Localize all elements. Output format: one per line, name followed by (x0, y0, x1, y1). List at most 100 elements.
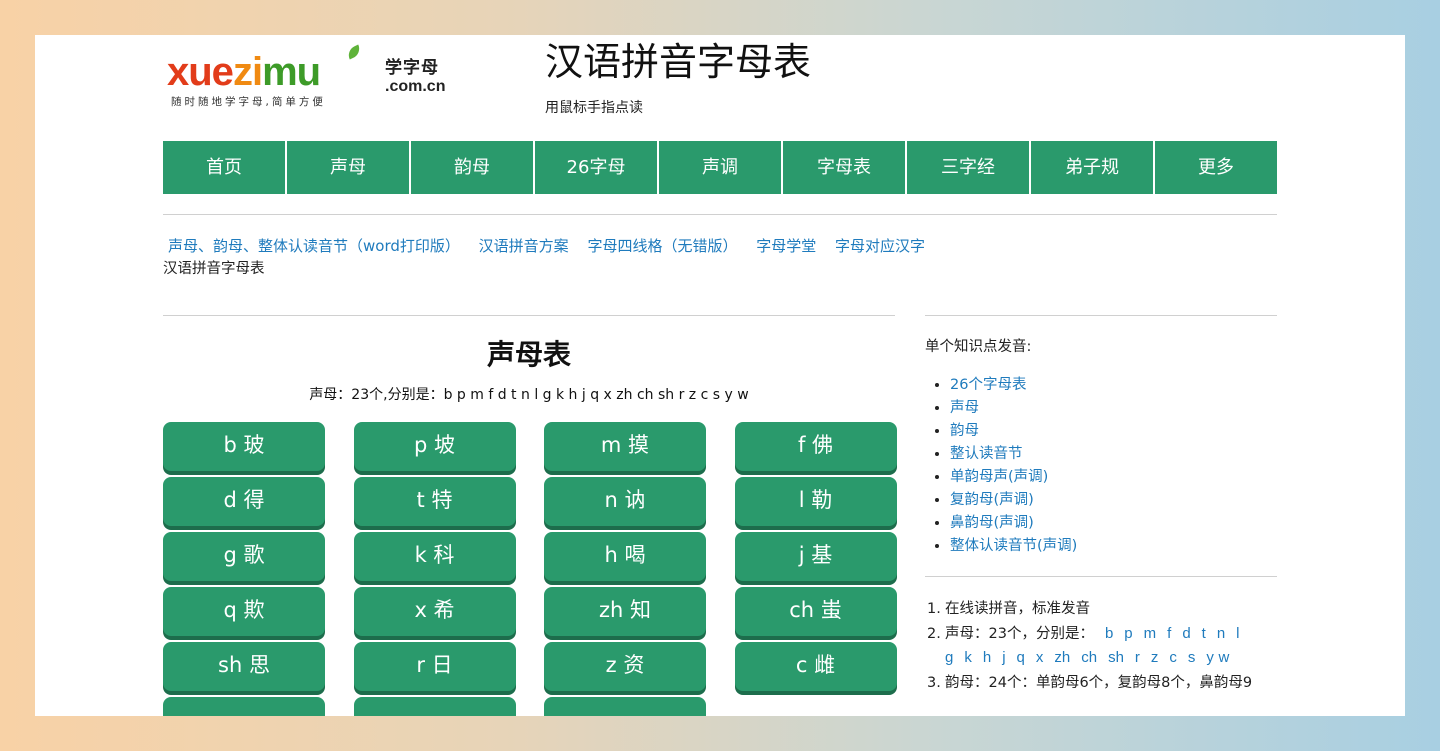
letter-link[interactable]: sh (1108, 649, 1124, 666)
letter-link[interactable]: n (1217, 625, 1225, 642)
letter-link[interactable]: m (1144, 625, 1157, 642)
letter-link[interactable]: y (1206, 649, 1214, 666)
letter-link[interactable]: h (983, 649, 991, 666)
pinyin-key-q[interactable]: q 欺 (163, 587, 325, 636)
content-wrapper: xuezimu 学字母 .com.cn 随时随地学字母,简单方便 汉语拼音字母表… (163, 35, 1277, 716)
letter-link[interactable]: j (1002, 649, 1005, 666)
breadcrumb: 汉语拼音字母表 (163, 261, 265, 277)
note-text: 韵母：24个：单韵母6个，复韵母8个，鼻韵母9 (945, 674, 1253, 691)
sidebar-link-initials[interactable]: 声母 (950, 400, 979, 416)
logo-part-mu: mu (262, 50, 321, 94)
sidebar-link-finals[interactable]: 韵母 (950, 423, 979, 439)
nav-item-sanzijing[interactable]: 三字经 (907, 141, 1031, 194)
letter-link[interactable]: t (1202, 625, 1206, 642)
sidebar-divider (925, 576, 1277, 577)
list-item: 整认读音节 (950, 443, 1077, 466)
link-four-line-grid[interactable]: 字母四线格（无错版） (587, 237, 737, 255)
list-item: 26个字母表 (950, 374, 1077, 397)
site-logo[interactable]: xuezimu 学字母 .com.cn 随时随地学字母,简单方便 (167, 44, 457, 111)
section-description: 声母：23个,分别是：b p m f d t n l g k h j q x z… (309, 387, 749, 403)
pinyin-key-ch[interactable]: ch 蚩 (734, 587, 897, 636)
letter-link[interactable]: f (1167, 625, 1171, 642)
pinyin-key-g[interactable]: g 歌 (163, 532, 325, 581)
nav-item-26-letters[interactable]: 26字母 (535, 141, 659, 194)
pinyin-key-partial[interactable] (544, 697, 706, 716)
pinyin-key-sh[interactable]: sh 思 (163, 642, 325, 691)
letter-link[interactable]: w (1219, 649, 1230, 666)
section-title: 声母表 (486, 338, 571, 371)
letter-link[interactable]: c (1169, 649, 1177, 666)
list-item: 鼻韵母(声调) (950, 512, 1077, 535)
letter-link[interactable]: k (964, 649, 972, 666)
logo-tagline: 随时随地学字母,简单方便 (171, 96, 326, 108)
link-letter-school[interactable]: 字母学堂 (756, 237, 816, 255)
nav-item-dizigui[interactable]: 弟子规 (1031, 141, 1155, 194)
letter-link[interactable]: p (1124, 625, 1132, 642)
list-item: 复韵母(声调) (950, 489, 1077, 512)
note-item: 1. 在线读拼音，标准发音 (925, 597, 1277, 622)
letter-link[interactable]: ch (1081, 649, 1097, 666)
nav-item-more[interactable]: 更多 (1155, 141, 1277, 194)
pinyin-key-zh[interactable]: zh 知 (544, 587, 706, 636)
pinyin-key-r[interactable]: r 日 (353, 642, 516, 691)
pinyin-key-partial[interactable] (163, 697, 325, 716)
note-number: 3. (927, 674, 941, 691)
sidebar-link-nasal-finals-tones[interactable]: 鼻韵母(声调) (950, 515, 1034, 531)
pinyin-key-z[interactable]: z 资 (544, 642, 706, 691)
sidebar-divider (925, 315, 1277, 316)
letter-link[interactable]: z (1151, 649, 1159, 666)
letter-link[interactable]: q (1017, 649, 1025, 666)
pinyin-key-b[interactable]: b 玻 (163, 422, 325, 471)
letter-link[interactable]: b (1105, 625, 1113, 642)
divider (163, 214, 1277, 215)
sidebar-link-simple-finals-tones[interactable]: 单韵母声(声调) (950, 469, 1048, 485)
leaf-icon (345, 44, 363, 60)
sidebar-heading: 单个知识点发音: (925, 339, 1032, 355)
main-nav: 首页 声母 韵母 26字母 声调 字母表 三字经 弟子规 更多 (163, 141, 1277, 194)
letter-link[interactable]: d (1182, 625, 1190, 642)
list-item: 韵母 (950, 420, 1077, 443)
letter-link[interactable]: l (1236, 625, 1239, 642)
pinyin-key-l[interactable]: l 勒 (734, 477, 897, 526)
letter-link[interactable]: x (1036, 649, 1044, 666)
note-item: 3. 韵母：24个：单韵母6个，复韵母8个，鼻韵母9 (925, 671, 1277, 696)
pinyin-key-n[interactable]: n 讷 (544, 477, 706, 526)
page-frame: xuezimu 学字母 .com.cn 随时随地学字母,简单方便 汉语拼音字母表… (35, 35, 1405, 716)
letter-link[interactable]: g (945, 649, 953, 666)
main-divider (163, 315, 895, 316)
sidebar-link-26-letters[interactable]: 26个字母表 (950, 377, 1026, 393)
pinyin-key-k[interactable]: k 科 (353, 532, 516, 581)
note-text: 声母：23个，分别是： (945, 625, 1094, 642)
logo-wordmark: xuezimu (167, 49, 321, 95)
nav-item-tones[interactable]: 声调 (659, 141, 783, 194)
site-title: 汉语拼音字母表 (545, 40, 812, 84)
note-number: 1. (927, 601, 941, 617)
sidebar-link-compound-finals-tones[interactable]: 复韵母(声调) (950, 492, 1034, 508)
nav-item-finals[interactable]: 韵母 (411, 141, 535, 194)
pinyin-key-c[interactable]: c 雌 (734, 642, 897, 691)
nav-item-alphabet[interactable]: 字母表 (783, 141, 907, 194)
link-word-print[interactable]: 声母、韵母、整体认读音节（word打印版） (168, 237, 460, 255)
pinyin-key-p[interactable]: p 坡 (353, 422, 516, 471)
pinyin-key-t[interactable]: t 特 (353, 477, 516, 526)
letter-link[interactable]: zh (1054, 649, 1070, 666)
pinyin-key-d[interactable]: d 得 (163, 477, 325, 526)
pinyin-key-partial[interactable] (353, 697, 516, 716)
pinyin-key-m[interactable]: m 摸 (544, 422, 706, 471)
list-item: 整体认读音节(声调) (950, 535, 1077, 558)
pinyin-key-h[interactable]: h 喝 (544, 532, 706, 581)
pinyin-key-f[interactable]: f 佛 (734, 422, 897, 471)
pinyin-key-x[interactable]: x 希 (353, 587, 516, 636)
letter-link[interactable]: r (1135, 649, 1140, 666)
link-letter-hanzi[interactable]: 字母对应汉字 (835, 237, 925, 255)
list-item: 声母 (950, 397, 1077, 420)
note-number: 2. (927, 625, 941, 642)
logo-domain: .com.cn (385, 78, 446, 95)
link-pinyin-scheme[interactable]: 汉语拼音方案 (479, 237, 569, 255)
nav-item-initials[interactable]: 声母 (287, 141, 411, 194)
sidebar-link-whole-syllables[interactable]: 整认读音节 (950, 446, 1023, 462)
sidebar-link-whole-syllables-tones[interactable]: 整体认读音节(声调) (950, 538, 1077, 554)
pinyin-key-j[interactable]: j 基 (734, 532, 897, 581)
letter-link[interactable]: s (1188, 649, 1196, 666)
nav-item-home[interactable]: 首页 (163, 141, 287, 194)
